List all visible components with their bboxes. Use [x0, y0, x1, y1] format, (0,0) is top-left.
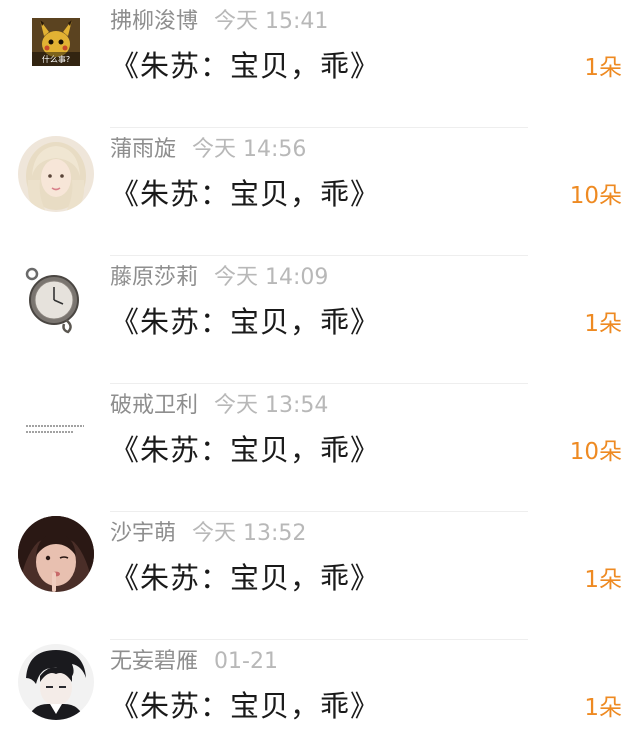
gift-record-list: 什么事? 拂柳浚博 今天 15:41 《朱苏：宝贝，乖》 1朵 蒲雨旋 今天 1…	[0, 0, 640, 740]
work-title[interactable]: 《朱苏：宝贝，乖》	[110, 430, 380, 470]
text-avatar[interactable]	[18, 392, 94, 468]
user-name[interactable]: 沙宇萌	[110, 521, 176, 546]
timestamp: 今天 14:56	[192, 137, 307, 162]
flower-count: 1朵	[584, 311, 622, 337]
flower-count: 1朵	[584, 695, 622, 721]
timestamp: 今天 15:41	[214, 9, 329, 34]
item-meta: 破戒卫利 今天 13:54	[110, 392, 328, 420]
item-meta: 无妄碧雁 01-21	[110, 648, 278, 676]
item-meta: 沙宇萌 今天 13:52	[110, 520, 306, 548]
list-item[interactable]: 藤原莎莉 今天 14:09 《朱苏：宝贝，乖》 1朵	[0, 256, 640, 384]
work-title[interactable]: 《朱苏：宝贝，乖》	[110, 174, 380, 214]
user-name[interactable]: 蒲雨旋	[110, 137, 176, 162]
flower-count: 1朵	[584, 567, 622, 593]
item-meta: 藤原莎莉 今天 14:09	[110, 264, 328, 292]
user-name[interactable]: 藤原莎莉	[110, 265, 198, 290]
list-item[interactable]: 破戒卫利 今天 13:54 《朱苏：宝贝，乖》 10朵	[0, 384, 640, 512]
girl-selfie-avatar[interactable]	[18, 516, 94, 592]
item-meta: 蒲雨旋 今天 14:56	[110, 136, 306, 164]
work-title[interactable]: 《朱苏：宝贝，乖》	[110, 302, 380, 342]
timestamp: 01-21	[214, 649, 278, 674]
user-name[interactable]: 破戒卫利	[110, 393, 198, 418]
list-item[interactable]: 什么事? 拂柳浚博 今天 15:41 《朱苏：宝贝，乖》 1朵	[0, 0, 640, 128]
user-name[interactable]: 无妄碧雁	[110, 649, 198, 674]
flower-count: 10朵	[569, 183, 622, 209]
list-item[interactable]: 蒲雨旋 今天 14:56 《朱苏：宝贝，乖》 10朵	[0, 128, 640, 256]
timestamp: 今天 14:09	[214, 265, 329, 290]
work-title[interactable]: 《朱苏：宝贝，乖》	[110, 558, 380, 598]
flower-count: 10朵	[569, 439, 622, 465]
work-title[interactable]: 《朱苏：宝贝，乖》	[110, 686, 380, 726]
pocket-watch-avatar[interactable]	[18, 260, 94, 336]
user-name[interactable]: 拂柳浚博	[110, 9, 198, 34]
flower-count: 1朵	[584, 55, 622, 81]
anime-boy-avatar[interactable]	[18, 644, 94, 720]
work-title[interactable]: 《朱苏：宝贝，乖》	[110, 46, 380, 86]
list-item[interactable]: 沙宇萌 今天 13:52 《朱苏：宝贝，乖》 1朵	[0, 512, 640, 640]
item-meta: 拂柳浚博 今天 15:41	[110, 8, 328, 36]
pikachu-avatar[interactable]: 什么事?	[32, 18, 80, 66]
list-item[interactable]: 无妄碧雁 01-21 《朱苏：宝贝，乖》 1朵	[0, 640, 640, 740]
timestamp: 今天 13:52	[192, 521, 307, 546]
timestamp: 今天 13:54	[214, 393, 329, 418]
avatar-caption: 什么事?	[42, 54, 70, 64]
blonde-girl-avatar[interactable]	[18, 136, 94, 212]
